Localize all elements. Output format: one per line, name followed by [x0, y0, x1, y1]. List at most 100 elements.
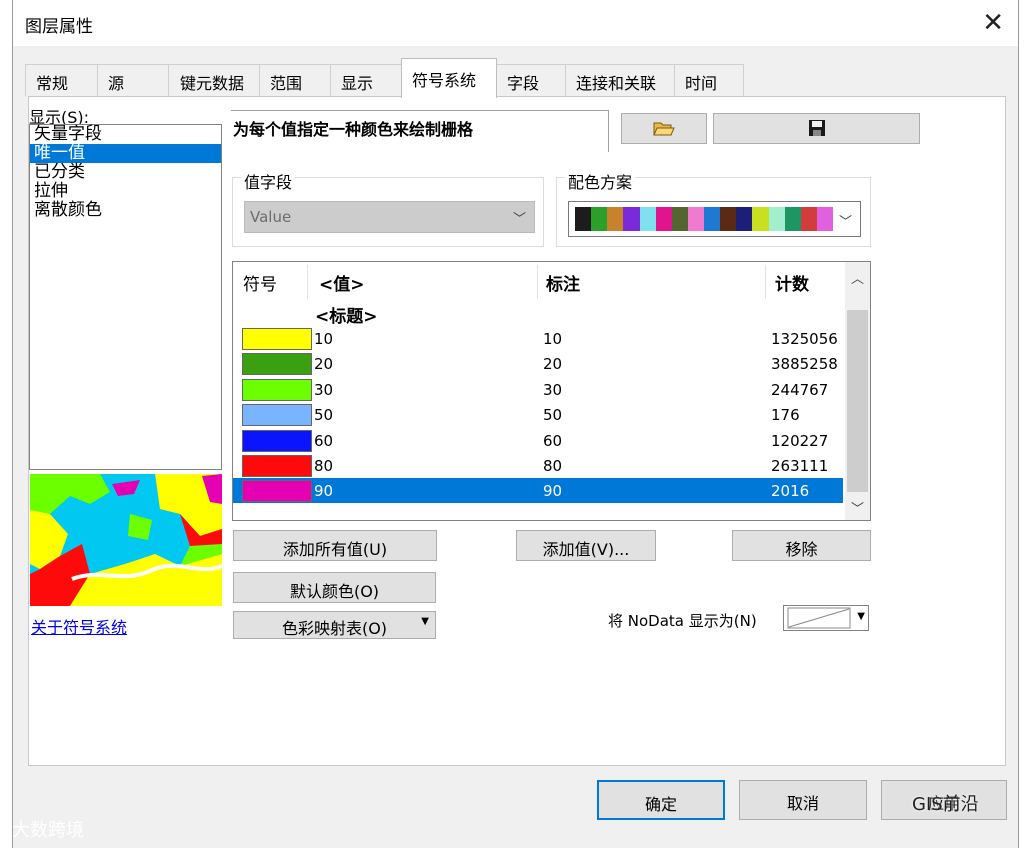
save-disk-icon — [808, 120, 825, 136]
renderer-item-unique-values[interactable]: 唯一值 — [30, 144, 221, 163]
row-count: 263111 — [771, 457, 829, 475]
color-ramp-segment — [752, 207, 769, 231]
default-colors-button[interactable]: 默认颜色(O) — [233, 572, 436, 603]
tab-source[interactable]: 源 — [97, 64, 169, 96]
row-count: 244767 — [771, 381, 829, 399]
row-value: 90 — [314, 482, 334, 500]
color-ramp-segment — [591, 207, 608, 231]
ok-button[interactable]: 确定 — [597, 780, 725, 820]
row-label: 90 — [543, 482, 563, 500]
color-swatch[interactable] — [242, 328, 312, 350]
save-button[interactable] — [713, 113, 920, 144]
scroll-up-icon[interactable]: ︿ — [851, 268, 864, 287]
table-row[interactable]: 30 30 244767 — [233, 377, 843, 402]
symbology-preview-image — [30, 474, 222, 606]
scroll-thumb[interactable] — [847, 310, 868, 492]
table-row[interactable]: 50 50 176 — [233, 402, 843, 427]
color-ramp-segment — [607, 207, 624, 231]
color-swatch[interactable] — [242, 404, 312, 426]
value-field-value: Value — [250, 208, 292, 226]
color-swatch[interactable] — [242, 480, 312, 502]
close-icon[interactable]: ✕ — [982, 8, 1004, 38]
table-row[interactable]: 90 90 2016 — [233, 478, 843, 503]
color-ramp-segment — [704, 207, 721, 231]
row-label: 30 — [543, 381, 563, 399]
color-swatch[interactable] — [242, 353, 312, 375]
header-count[interactable]: 计数 — [775, 270, 809, 295]
watermark-right: GIS前沿 — [912, 794, 979, 815]
tab-time[interactable]: 时间 — [674, 64, 744, 96]
remove-button[interactable]: 移除 — [732, 530, 871, 561]
color-ramp-segment — [816, 207, 833, 231]
color-ramp-segment — [720, 207, 737, 231]
tab-extent[interactable]: 范围 — [259, 64, 331, 96]
tab-general[interactable]: 常规 — [25, 64, 98, 96]
renderer-item-classified[interactable]: 已分类 — [30, 163, 221, 182]
table-row[interactable]: 80 80 263111 — [233, 453, 843, 478]
tab-joins-relates[interactable]: 连接和关联 — [565, 64, 675, 96]
row-count: 3885258 — [771, 355, 838, 373]
color-ramp-segment — [671, 207, 688, 231]
table-row[interactable]: 20 20 3885258 — [233, 351, 843, 376]
row-value: 50 — [314, 406, 334, 424]
table-scrollbar[interactable]: ︿ ﹀ — [845, 262, 870, 520]
tab-symbology[interactable]: 符号系统 — [401, 58, 497, 98]
row-value: 10 — [314, 330, 334, 348]
renderer-item-stretched[interactable]: 拉伸 — [30, 182, 221, 201]
row-count: 176 — [771, 406, 800, 424]
layer-properties-dialog: 图层属性 ✕ 常规 源 键元数据 范围 显示 符号系统 字段 连接和关联 时间 … — [12, 0, 1019, 848]
renderer-item-vector-field[interactable]: 矢量字段 — [30, 125, 221, 144]
add-values-button[interactable]: 添加值(V)... — [516, 530, 656, 561]
row-label: 10 — [543, 330, 563, 348]
value-field-select[interactable]: Value ﹀ — [244, 201, 535, 233]
open-button[interactable] — [621, 113, 707, 144]
dropdown-arrow-icon: ▼ — [421, 616, 429, 627]
nodata-color-picker[interactable]: ▼ — [783, 605, 869, 631]
row-count: 120227 — [771, 432, 829, 450]
color-swatch[interactable] — [242, 379, 312, 401]
chevron-down-icon: ﹀ — [512, 212, 526, 227]
table-row[interactable]: 60 60 120227 — [233, 428, 843, 453]
row-value: 30 — [314, 381, 334, 399]
color-swatch[interactable] — [242, 455, 312, 477]
chevron-down-icon: ﹀ — [838, 215, 852, 230]
row-value: 80 — [314, 457, 334, 475]
tab-key-metadata[interactable]: 键元数据 — [168, 64, 260, 96]
tab-fields[interactable]: 字段 — [496, 64, 566, 96]
color-ramp-segment — [784, 207, 801, 231]
cancel-button[interactable]: 取消 — [739, 780, 867, 820]
header-divider — [307, 265, 308, 299]
color-ramp-segment — [768, 207, 785, 231]
color-scheme-select[interactable]: ﹀ — [568, 201, 861, 237]
header-divider — [537, 265, 538, 299]
nodata-label: 将 NoData 显示为(N) — [608, 612, 757, 630]
color-ramp — [575, 207, 833, 231]
color-ramp-segment — [575, 207, 592, 231]
header-symbol[interactable]: 符号 — [243, 270, 277, 295]
table-row[interactable]: 10 10 1325056 — [233, 326, 843, 351]
watermark-left: 大数跨境 — [12, 820, 84, 841]
header-value[interactable]: <值> — [319, 270, 365, 295]
color-ramp-segment — [736, 207, 753, 231]
nodata-color-swatch — [787, 607, 851, 629]
row-value: 60 — [314, 432, 334, 450]
title-bar: 图层属性 ✕ — [13, 0, 1018, 46]
dialog-title: 图层属性 — [25, 17, 93, 37]
color-ramp-segment — [623, 207, 640, 231]
color-ramp-segment — [687, 207, 704, 231]
header-label[interactable]: 标注 — [546, 270, 580, 295]
tab-display[interactable]: 显示 — [330, 64, 402, 96]
scroll-down-icon[interactable]: ﹀ — [851, 498, 864, 517]
colormap-button[interactable]: 色彩映射表(O) ▼ — [233, 611, 436, 639]
row-label: 80 — [543, 457, 563, 475]
color-swatch[interactable] — [242, 430, 312, 452]
row-count: 1325056 — [771, 330, 838, 348]
row-label: 60 — [543, 432, 563, 450]
add-all-values-button[interactable]: 添加所有值(U) — [233, 530, 437, 561]
color-ramp-segment — [655, 207, 672, 231]
renderer-list: 矢量字段 唯一值 已分类 拉伸 离散颜色 — [29, 124, 222, 470]
renderer-description: 为每个值指定一种颜色来绘制栅格 — [231, 110, 609, 152]
dropdown-arrow-icon: ▼ — [857, 611, 865, 622]
about-symbology-link[interactable]: 关于符号系统 — [31, 614, 127, 638]
renderer-item-discrete-color[interactable]: 离散颜色 — [30, 201, 221, 220]
